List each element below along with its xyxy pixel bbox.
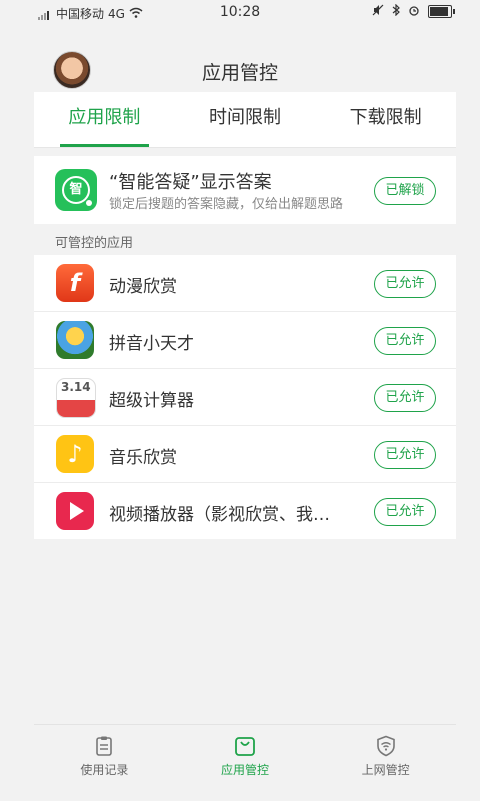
music-note-icon: ♪	[56, 435, 94, 473]
allow-button[interactable]: 已允许	[374, 384, 436, 412]
section-label: 可管控的应用	[55, 236, 134, 251]
unlock-button[interactable]: 已解锁	[374, 177, 436, 205]
nav-label: 上网管控	[361, 763, 410, 777]
list-item: 视频播放器（影视欣赏、我… 已允许	[34, 482, 456, 539]
allow-button[interactable]: 已允许	[374, 327, 436, 355]
mute-icon	[372, 4, 384, 19]
tab-bar: 应用限制 时间限制 下载限制	[34, 92, 456, 148]
list-item: ♪ 音乐欣赏 已允许	[34, 425, 456, 482]
clipboard-icon	[93, 735, 115, 757]
nav-internet-control[interactable]: 上网管控	[315, 725, 456, 801]
smart-qa-icon-text: 智	[62, 176, 90, 204]
flash-icon: f	[56, 264, 94, 302]
header: 应用管控	[0, 40, 480, 92]
bluetooth-icon	[392, 3, 400, 19]
app-name: 音乐欣赏	[109, 448, 177, 468]
app-name: 动漫欣赏	[109, 277, 177, 297]
nav-app-control[interactable]: 应用管控	[175, 725, 316, 801]
app-name: 超级计算器	[109, 391, 194, 411]
bag-icon	[234, 735, 256, 757]
calculator-icon-text: 3.14	[61, 380, 91, 394]
app-name: 拼音小天才	[109, 334, 194, 354]
allow-button[interactable]: 已允许	[374, 498, 436, 526]
tab-download-limit[interactable]: 下载限制	[315, 92, 456, 147]
nav-usage-records[interactable]: 使用记录	[34, 725, 175, 801]
allow-button[interactable]: 已允许	[374, 441, 436, 469]
nav-label: 使用记录	[80, 763, 129, 777]
allow-button[interactable]: 已允许	[374, 270, 436, 298]
tab-app-limit[interactable]: 应用限制	[34, 92, 175, 147]
list-item: f 动漫欣赏 已允许	[34, 255, 456, 311]
smart-qa-description: 锁定后搜题的答案隐藏，仅给出解题思路	[109, 197, 344, 212]
bottom-nav: 使用记录 应用管控 上网管控	[34, 724, 456, 801]
smart-qa-title: “智能答疑”显示答案	[109, 172, 272, 193]
app-name: 视频播放器（影视欣赏、我…	[109, 505, 330, 525]
smart-qa-card: 智 “智能答疑”显示答案 锁定后搜题的答案隐藏，仅给出解题思路 已解锁	[34, 156, 456, 224]
battery-icon	[428, 5, 455, 18]
tab-time-limit[interactable]: 时间限制	[175, 92, 316, 147]
nav-label: 应用管控	[221, 763, 270, 777]
alarm-icon	[408, 4, 420, 19]
page-title: 应用管控	[201, 62, 278, 84]
status-bar: 中国移动 4G 10:28	[0, 0, 480, 24]
list-item: 3.14 超级计算器 已允许	[34, 368, 456, 425]
app-list: f 动漫欣赏 已允许 拼音小天才 已允许 3.14 超级计算器 已允许 ♪ 音乐…	[34, 255, 456, 539]
pinyin-icon	[56, 321, 94, 359]
calculator-icon: 3.14	[56, 378, 96, 418]
video-play-icon	[56, 492, 94, 530]
list-item: 拼音小天才 已允许	[34, 311, 456, 368]
smart-qa-icon: 智	[55, 169, 97, 211]
shield-wifi-icon	[375, 735, 397, 757]
status-right	[372, 3, 455, 19]
